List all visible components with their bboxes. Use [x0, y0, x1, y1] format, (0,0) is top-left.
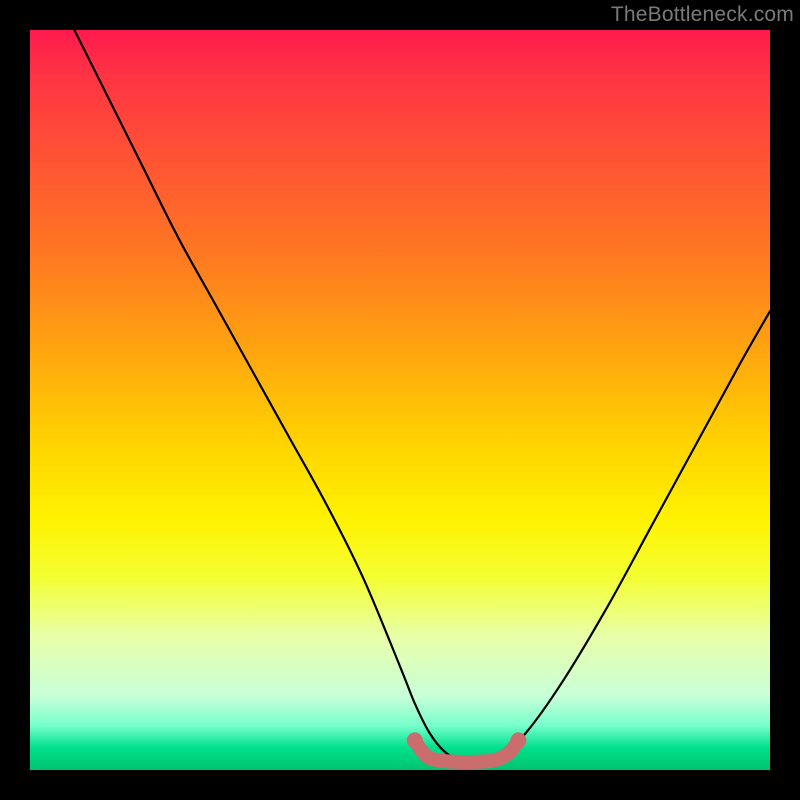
bottleneck-curve — [74, 30, 770, 761]
watermark-text: TheBottleneck.com — [611, 3, 794, 27]
optimal-band-end-dot — [510, 732, 526, 748]
plot-area — [30, 30, 770, 770]
optimal-band — [415, 740, 519, 762]
chart-frame: TheBottleneck.com — [0, 0, 800, 800]
curve-layer — [30, 30, 770, 770]
optimal-band-start-dot — [407, 732, 423, 748]
